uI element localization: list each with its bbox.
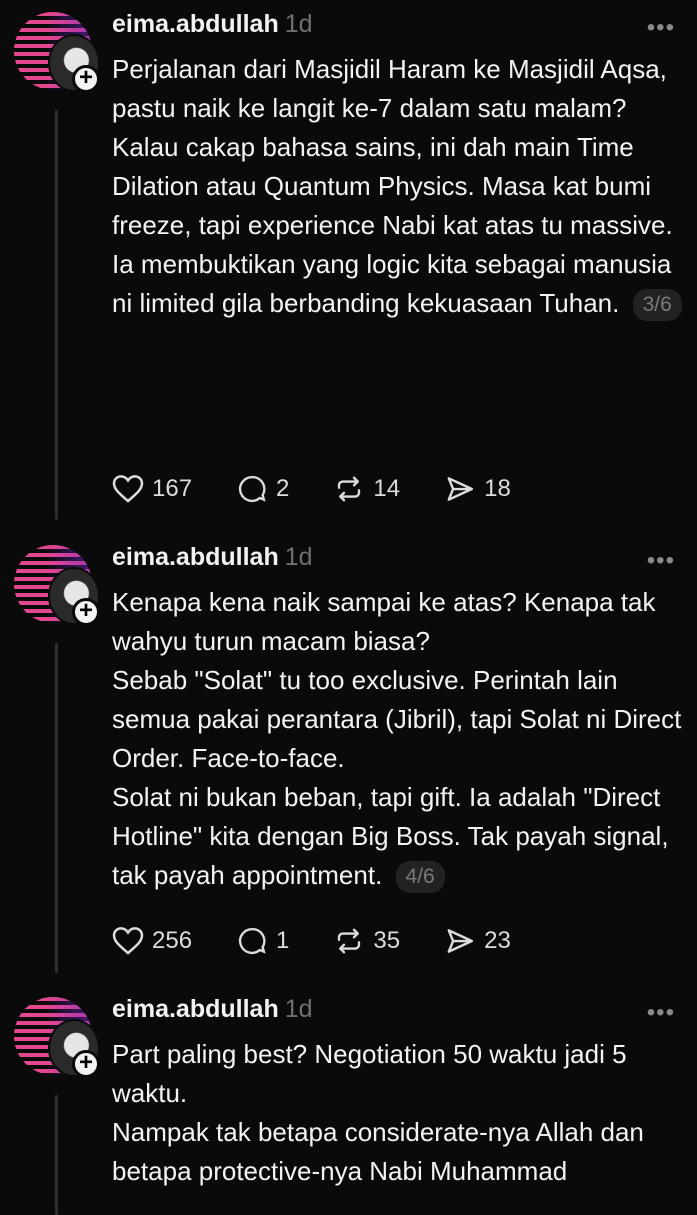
thread-post: + eima.abdullah 1d ••• Part paling best? … bbox=[0, 985, 697, 1215]
post-text: Part paling best? Negotiation 50 waktu j… bbox=[112, 1035, 682, 1191]
more-horizontal-icon[interactable]: ••• bbox=[647, 547, 675, 575]
post-text: Perjalanan dari Masjidil Haram ke Masjid… bbox=[112, 50, 682, 323]
post-paragraph: Part paling best? Negotiation 50 waktu j… bbox=[112, 1039, 627, 1108]
repost-button[interactable]: 35 bbox=[333, 926, 400, 956]
timestamp: 1d bbox=[284, 543, 313, 571]
post-paragraph: Solat ni bukan beban, tapi gift. Ia adal… bbox=[112, 778, 682, 895]
send-icon bbox=[447, 477, 474, 501]
reply-button[interactable]: 2 bbox=[236, 474, 289, 504]
post-paragraph: Ia membuktikan yang logic kita sebagai m… bbox=[112, 245, 682, 323]
repost-count: 14 bbox=[373, 475, 401, 502]
thread-post: + eima.abdullah 1d ••• Kenapa kena naik s… bbox=[0, 533, 697, 983]
thread-line bbox=[55, 643, 58, 973]
like-button[interactable]: 167 bbox=[112, 474, 192, 504]
post-paragraph: Nampak tak betapa considerate-nya Allah … bbox=[112, 1117, 644, 1186]
comment-icon bbox=[239, 927, 266, 955]
repost-icon bbox=[338, 476, 361, 502]
comment-icon bbox=[239, 475, 266, 503]
reply-button[interactable]: 1 bbox=[236, 926, 289, 956]
username[interactable]: eima.abdullah bbox=[112, 995, 279, 1023]
more-horizontal-icon[interactable]: ••• bbox=[647, 999, 675, 1027]
timestamp: 1d bbox=[284, 10, 313, 38]
thread-count-badge: 3/6 bbox=[632, 289, 682, 322]
thread-count-badge: 4/6 bbox=[395, 861, 445, 894]
timestamp: 1d bbox=[284, 995, 313, 1023]
reply-count: 1 bbox=[276, 927, 290, 954]
heart-icon bbox=[112, 475, 144, 503]
post-text: Kenapa kena naik sampai ke atas? Kenapa … bbox=[112, 583, 682, 895]
share-count: 23 bbox=[484, 927, 511, 954]
share-count: 18 bbox=[484, 475, 511, 502]
post-paragraph: Kenapa kena naik sampai ke atas? Kenapa … bbox=[112, 587, 656, 656]
share-button[interactable]: 23 bbox=[444, 926, 511, 956]
thread-line bbox=[55, 1095, 58, 1215]
post-header: eima.abdullah 1d bbox=[112, 10, 313, 39]
repost-button[interactable]: 14 bbox=[333, 474, 400, 504]
follow-plus-icon[interactable]: + bbox=[72, 1050, 100, 1078]
post-header: eima.abdullah 1d bbox=[112, 543, 313, 572]
thread-post: + eima.abdullah 1d ••• Perjalanan dari Ma… bbox=[0, 0, 697, 530]
username[interactable]: eima.abdullah bbox=[112, 10, 279, 38]
share-button[interactable]: 18 bbox=[444, 474, 511, 504]
reply-count: 2 bbox=[276, 475, 290, 502]
repost-icon bbox=[338, 928, 361, 954]
username[interactable]: eima.abdullah bbox=[112, 543, 279, 571]
post-actions: 256 1 35 23 bbox=[112, 926, 555, 956]
post-actions: 167 2 14 18 bbox=[112, 474, 555, 504]
post-paragraph: Kalau cakap bahasa sains, ini dah main T… bbox=[112, 132, 673, 240]
post-header: eima.abdullah 1d bbox=[112, 995, 313, 1024]
repost-count: 35 bbox=[373, 927, 401, 954]
avatar[interactable]: + bbox=[14, 545, 100, 627]
thread-line bbox=[55, 110, 58, 520]
send-icon bbox=[447, 929, 474, 953]
follow-plus-icon[interactable]: + bbox=[72, 598, 100, 626]
post-paragraph: Perjalanan dari Masjidil Haram ke Masjid… bbox=[112, 54, 667, 123]
heart-icon bbox=[112, 927, 144, 955]
like-button[interactable]: 256 bbox=[112, 926, 192, 956]
like-count: 167 bbox=[152, 475, 193, 502]
follow-plus-icon[interactable]: + bbox=[72, 65, 100, 93]
avatar[interactable]: + bbox=[14, 12, 100, 94]
avatar[interactable]: + bbox=[14, 997, 100, 1079]
post-paragraph: Sebab "Solat" tu too exclusive. Perintah… bbox=[112, 665, 682, 773]
like-count: 256 bbox=[152, 927, 193, 954]
more-horizontal-icon[interactable]: ••• bbox=[647, 14, 675, 42]
